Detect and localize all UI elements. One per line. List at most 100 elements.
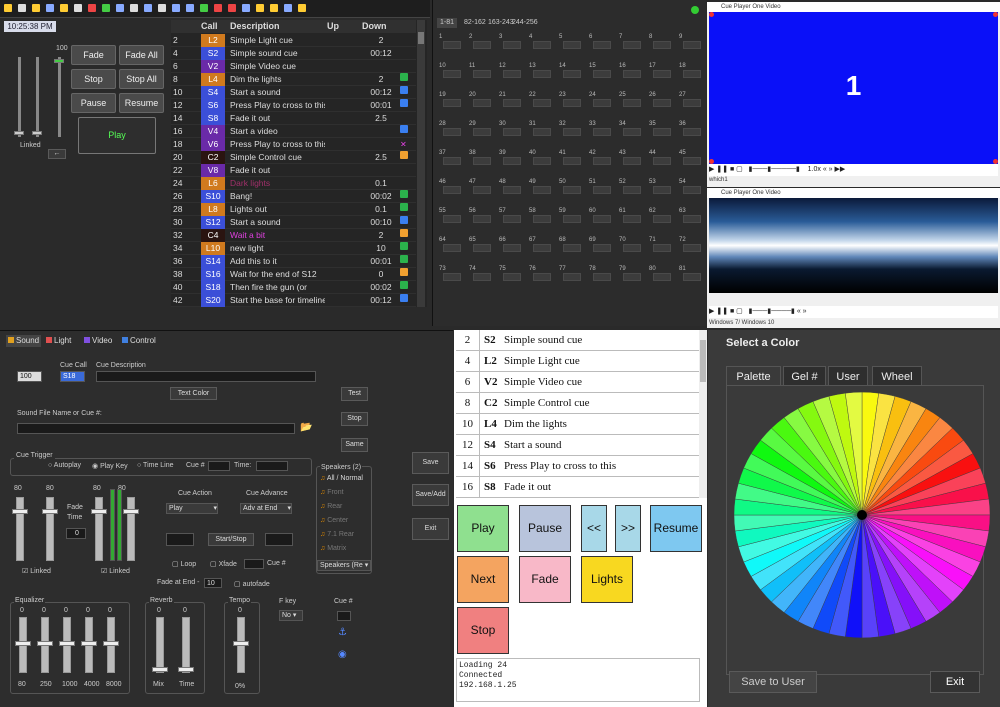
grid-cell[interactable]: 3: [499, 34, 525, 50]
fader-master-handle[interactable]: [54, 59, 64, 63]
fade-button[interactable]: Fade: [71, 45, 116, 65]
exit-button[interactable]: Exit: [412, 518, 449, 540]
cue-row[interactable]: 28 L8 Lights out 0.1: [171, 203, 416, 216]
remote-list-scrollbar[interactable]: [699, 330, 707, 498]
fader-right-handle[interactable]: [32, 131, 42, 135]
cue-row[interactable]: 16 V4 Start a video: [171, 125, 416, 138]
grid-cell[interactable]: 44: [649, 150, 675, 166]
grid-cell[interactable]: 56: [469, 208, 495, 224]
remote-back-button[interactable]: <<: [581, 505, 607, 552]
sound-tab[interactable]: Video: [82, 335, 114, 347]
toolbar-icon[interactable]: [284, 4, 292, 12]
grid-cell[interactable]: 33: [589, 121, 615, 137]
sound-tab[interactable]: Light: [44, 335, 73, 347]
grid-cell[interactable]: 11: [469, 63, 495, 79]
grid-cell[interactable]: 78: [589, 266, 615, 282]
grid-cell[interactable]: 68: [559, 237, 585, 253]
toolbar-icon[interactable]: [18, 4, 26, 12]
grid-cell[interactable]: 52: [619, 179, 645, 195]
eq-slider[interactable]: [103, 641, 119, 646]
grid-cell[interactable]: 72: [679, 237, 705, 253]
eq-slider[interactable]: [59, 641, 75, 646]
grid-cell[interactable]: 76: [529, 266, 555, 282]
cue-row[interactable]: 38 S16 Wait for the end of S12 0: [171, 268, 416, 281]
toolbar-icon[interactable]: [102, 4, 110, 12]
cue-row[interactable]: 10 S4 Start a sound 00:12: [171, 86, 416, 99]
toolbar-icon[interactable]: [256, 4, 264, 12]
grid-cell[interactable]: 75: [499, 266, 525, 282]
grid-cell[interactable]: 74: [469, 266, 495, 282]
cue-row[interactable]: 36 S14 Add this to it 00:01: [171, 255, 416, 268]
remote-forward-button[interactable]: >>: [615, 505, 641, 552]
grid-cell[interactable]: 35: [649, 121, 675, 137]
toolbar-icon[interactable]: [270, 4, 278, 12]
grid-cell[interactable]: 23: [559, 92, 585, 108]
grid-cell[interactable]: 14: [559, 63, 585, 79]
color-tab[interactable]: Wheel: [872, 366, 922, 386]
remote-next-button[interactable]: Next: [457, 556, 509, 603]
grid-cell[interactable]: 5: [559, 34, 585, 50]
remote-pause-button[interactable]: Pause: [519, 505, 571, 552]
cue-row[interactable]: 12 S6 Press Play to cross to this 00:01: [171, 99, 416, 112]
grid-cell[interactable]: 19: [439, 92, 465, 108]
loop-checkbox[interactable]: ▢ Loop: [172, 560, 196, 568]
toolbar-icon[interactable]: [200, 4, 208, 12]
grid-cell[interactable]: 77: [559, 266, 585, 282]
grid-cell[interactable]: 6: [589, 34, 615, 50]
remote-cue-row[interactable]: 12 S4 Start a sound: [456, 435, 700, 456]
timeline-radio[interactable]: ○ Time Line: [137, 462, 174, 469]
grid-cell[interactable]: 53: [649, 179, 675, 195]
grid-cell[interactable]: 64: [439, 237, 465, 253]
speaker-option[interactable]: ♫ All / Normal: [320, 475, 363, 482]
grid-cell[interactable]: 61: [619, 208, 645, 224]
reverb-slider[interactable]: [152, 667, 168, 672]
grid-cell[interactable]: 73: [439, 266, 465, 282]
remote-cue-row[interactable]: 14 S6 Press Play to cross to this: [456, 456, 700, 477]
grid-cell[interactable]: 65: [469, 237, 495, 253]
remote-cue-row[interactable]: 4 L2 Simple Light cue: [456, 351, 700, 372]
sound-file-field[interactable]: [17, 423, 295, 434]
grid-cell[interactable]: 38: [469, 150, 495, 166]
eq-slider[interactable]: [81, 641, 97, 646]
volume-left-slider[interactable]: [12, 509, 28, 514]
grid-cell[interactable]: 49: [529, 179, 555, 195]
grid-cell[interactable]: 60: [589, 208, 615, 224]
grid-cell[interactable]: 13: [529, 63, 555, 79]
grid-tab[interactable]: 244-256: [509, 18, 541, 28]
grid-cell[interactable]: 47: [469, 179, 495, 195]
remote-resume-button[interactable]: Resume: [650, 505, 702, 552]
grid-cell[interactable]: 46: [439, 179, 465, 195]
grid-cell[interactable]: 45: [679, 150, 705, 166]
grid-cell[interactable]: 30: [499, 121, 525, 137]
grid-cell[interactable]: 80: [649, 266, 675, 282]
toolbar-icon[interactable]: [214, 4, 222, 12]
toolbar-icon[interactable]: [228, 4, 236, 12]
link-icon[interactable]: ⚓: [338, 627, 350, 639]
grid-cell[interactable]: 34: [619, 121, 645, 137]
grid-tab[interactable]: 1-81: [437, 18, 458, 28]
grid-cell[interactable]: 1: [439, 34, 465, 50]
grid-cell[interactable]: 70: [619, 237, 645, 253]
cue-row[interactable]: 42 S20 Start the base for timeline 00:12: [171, 294, 416, 307]
cue-row[interactable]: 26 S10 Bang! 00:02: [171, 190, 416, 203]
eq-slider[interactable]: [37, 641, 53, 646]
reverb-slider[interactable]: [178, 667, 194, 672]
save-add-button[interactable]: Save/Add: [412, 484, 449, 506]
grid-cell[interactable]: 26: [649, 92, 675, 108]
stop-all-button[interactable]: Stop All: [119, 69, 164, 89]
speaker-option[interactable]: ♫ Front: [320, 489, 344, 496]
remote-lights-button[interactable]: Lights: [581, 556, 633, 603]
grid-cell[interactable]: 79: [619, 266, 645, 282]
grid-cell[interactable]: 71: [649, 237, 675, 253]
grid-cell[interactable]: 37: [439, 150, 465, 166]
grid-cell[interactable]: 12: [499, 63, 525, 79]
text-color-button[interactable]: Text Color: [170, 387, 217, 400]
grid-cell[interactable]: 42: [589, 150, 615, 166]
grid-cell[interactable]: 40: [529, 150, 555, 166]
test-button[interactable]: Test: [341, 387, 368, 401]
speaker-option[interactable]: ♫ 7.1 Rear: [320, 531, 354, 538]
grid-cell[interactable]: 32: [559, 121, 585, 137]
remote-play-button[interactable]: Play: [457, 505, 509, 552]
grid-cell[interactable]: 31: [529, 121, 555, 137]
grid-cell[interactable]: 22: [529, 92, 555, 108]
